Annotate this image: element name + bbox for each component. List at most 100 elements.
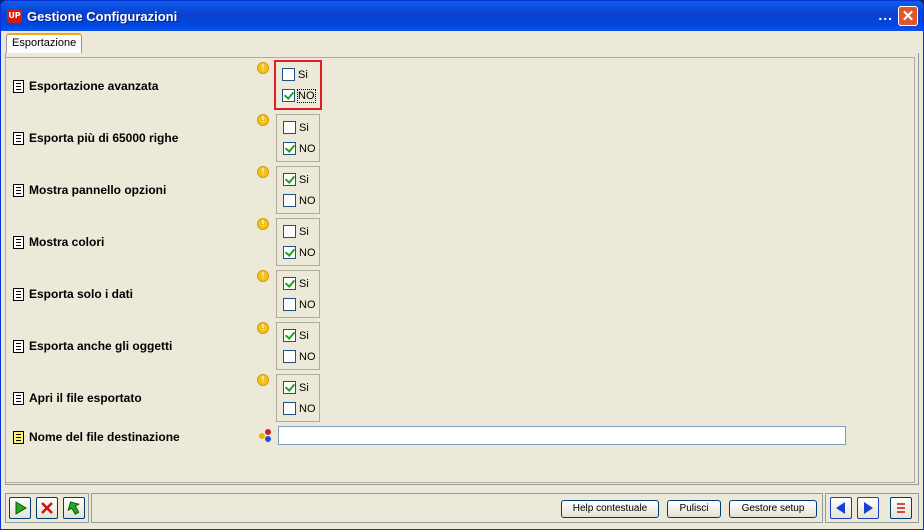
option-si[interactable]: Si: [283, 381, 309, 395]
option-group: Si NO: [276, 270, 320, 318]
hint-icon[interactable]: !: [257, 322, 269, 334]
setting-label-text: Esporta più di 65000 righe: [29, 131, 179, 145]
option-no[interactable]: NO: [283, 142, 316, 156]
setting-label-text: Esportazione avanzata: [29, 79, 159, 93]
hint-icon[interactable]: !: [257, 166, 269, 178]
option-label: NO: [299, 143, 316, 155]
option-no[interactable]: NO: [283, 350, 316, 364]
clear-button[interactable]: Pulisci: [667, 500, 721, 518]
checkbox-checked-icon[interactable]: [283, 277, 296, 290]
filename-input[interactable]: [278, 426, 846, 445]
option-si[interactable]: Si: [282, 68, 308, 82]
back-button[interactable]: [63, 497, 85, 519]
option-label: Si: [299, 174, 309, 186]
close-button[interactable]: ✕: [898, 6, 918, 26]
app-logo-icon: UP: [7, 9, 22, 23]
checkbox-icon[interactable]: [283, 121, 296, 134]
setting-label-text: Mostra pannello opzioni: [29, 183, 167, 197]
help-button[interactable]: Help contestuale: [561, 500, 659, 518]
option-group: Si NO: [274, 60, 322, 110]
tab-esportazione[interactable]: Esportazione: [6, 33, 83, 53]
option-group: Si NO: [276, 322, 320, 370]
option-si[interactable]: Si: [283, 121, 309, 135]
tab-strip: Esportazione: [5, 33, 919, 54]
option-label: NO: [299, 351, 316, 363]
arrow-left-icon: [836, 502, 845, 514]
option-label: Si: [299, 122, 309, 134]
option-label: NO: [299, 195, 316, 207]
option-label: Si: [298, 69, 308, 81]
color-balls-icon[interactable]: [259, 429, 273, 443]
checkbox-icon[interactable]: [283, 402, 296, 415]
option-label: Si: [299, 278, 309, 290]
setting-label: Esporta più di 65000 righe: [13, 130, 178, 146]
option-si[interactable]: Si: [283, 277, 309, 291]
setting-label: Esporta anche gli oggetti: [13, 338, 172, 354]
option-label: Si: [299, 330, 309, 342]
hint-icon[interactable]: !: [257, 374, 269, 386]
window-menu-dots[interactable]: ...: [878, 7, 893, 23]
button-group: Help contestuale Pulisci Gestore setup: [91, 493, 823, 523]
setting-label: Mostra pannello opzioni: [13, 182, 166, 198]
document-icon: [13, 80, 24, 93]
filename-label-text: Nome del file destinazione: [29, 430, 180, 444]
checkbox-icon[interactable]: [283, 350, 296, 363]
option-label: Si: [299, 382, 309, 394]
hint-icon[interactable]: !: [257, 218, 269, 230]
option-group: Si NO: [276, 374, 320, 422]
document-icon: [13, 184, 24, 197]
document-icon: [13, 288, 24, 301]
checkbox-checked-icon[interactable]: [283, 381, 296, 394]
document-icon: [13, 431, 24, 444]
checkbox-checked-icon[interactable]: [283, 142, 296, 155]
option-no[interactable]: NO: [283, 402, 316, 416]
setting-label: Apri il file esportato: [13, 390, 142, 406]
cancel-button[interactable]: [36, 497, 58, 519]
checkbox-icon[interactable]: [283, 225, 296, 238]
previous-button[interactable]: [830, 497, 852, 519]
setting-label: Esportazione avanzata: [13, 78, 158, 94]
option-si[interactable]: Si: [283, 173, 309, 187]
setting-label: Mostra colori: [13, 234, 104, 250]
option-si[interactable]: Si: [283, 329, 309, 343]
window-title: Gestione Configurazioni: [27, 9, 178, 24]
checkbox-checked-icon[interactable]: [283, 329, 296, 342]
document-icon: [13, 132, 24, 145]
setup-manager-button[interactable]: Gestore setup: [729, 500, 817, 518]
setting-label: Esporta solo i dati: [13, 286, 133, 302]
option-group: Si NO: [276, 218, 320, 266]
main-window: UP Gestione Configurazioni ... ✕ Esporta…: [0, 0, 924, 530]
setting-label-text: Mostra colori: [29, 235, 105, 249]
option-no[interactable]: NO: [282, 89, 316, 103]
title-bar[interactable]: UP Gestione Configurazioni ... ✕: [1, 1, 923, 31]
checkbox-icon[interactable]: [283, 194, 296, 207]
settings-area: [5, 57, 915, 483]
option-group: Si NO: [276, 166, 320, 214]
hint-icon[interactable]: !: [257, 114, 269, 126]
option-label: NO: [299, 403, 316, 415]
list-button[interactable]: [890, 497, 912, 519]
option-group: Si NO: [276, 114, 320, 162]
hint-icon[interactable]: !: [257, 270, 269, 282]
document-icon: [13, 236, 24, 249]
option-label: NO: [299, 247, 316, 259]
checkbox-icon[interactable]: [282, 68, 295, 81]
option-si[interactable]: Si: [283, 225, 309, 239]
option-no[interactable]: NO: [283, 194, 316, 208]
checkbox-checked-icon[interactable]: [283, 173, 296, 186]
option-no[interactable]: NO: [283, 246, 316, 260]
setting-label-text: Esporta solo i dati: [29, 287, 134, 301]
nav-group: [825, 493, 919, 523]
hint-icon[interactable]: !: [257, 62, 269, 74]
run-button[interactable]: [9, 497, 31, 519]
play-icon: [15, 501, 27, 515]
arrow-right-icon: [864, 502, 873, 514]
option-label: Si: [299, 226, 309, 238]
document-icon: [13, 340, 24, 353]
checkbox-checked-icon[interactable]: [283, 246, 296, 259]
checkbox-checked-icon[interactable]: [282, 89, 295, 102]
setting-label-text: Apri il file esportato: [29, 391, 142, 405]
checkbox-icon[interactable]: [283, 298, 296, 311]
next-button[interactable]: [857, 497, 879, 519]
option-no[interactable]: NO: [283, 298, 316, 312]
